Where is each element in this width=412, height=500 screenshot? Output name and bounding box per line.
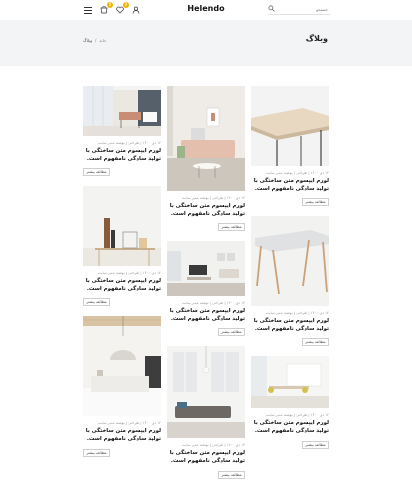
post-title[interactable]: لورم ایپسوم متن ساختگی با تولید سادگی نا… xyxy=(167,450,245,465)
search-icon[interactable] xyxy=(268,5,276,13)
read-more-button[interactable]: مطالعه بیشتر xyxy=(218,470,245,479)
post-meta: ۱۴ دی ۱۴۰۰ | طراحی | نوشته مدیر سایت xyxy=(98,141,161,145)
post-title[interactable]: لورم ایپسوم متن ساختگی با تولید سادگی نا… xyxy=(167,308,245,323)
blog-column-right: ۱۴ دی ۱۴۰۰ | طراحی | نوشته مدیر سایت لور… xyxy=(251,86,329,449)
blog-card: ۱۴ دی ۱۴۰۰ | طراحی | نوشته مدیر سایت لور… xyxy=(251,216,329,347)
blog-card: ۱۴ دی ۱۴۰۰ | طراحی | نوشته مدیر سایت لور… xyxy=(251,356,329,449)
post-title[interactable]: لورم ایپسوم متن ساختگی با تولید سادگی نا… xyxy=(251,178,329,193)
blog-image[interactable] xyxy=(251,356,329,409)
breadcrumb-current: وبلاگ xyxy=(83,38,93,43)
breadcrumb-separator: / xyxy=(95,38,97,43)
search-box xyxy=(268,4,330,15)
blog-card: ۱۴ دی ۱۴۰۰ | طراحی | نوشته مدیر سایت لور… xyxy=(167,86,245,232)
post-title[interactable]: لورم ایپسوم متن ساختگی با تولید سادگی نا… xyxy=(83,278,161,293)
page-banner: وبلاگ / خانه وبلاگ xyxy=(0,20,412,66)
read-more-button[interactable]: مطالعه بیشتر xyxy=(83,298,110,307)
read-more-button[interactable]: مطالعه بیشتر xyxy=(302,338,329,347)
post-meta: ۱۴ دی ۱۴۰۰ | طراحی | نوشته مدیر سایت xyxy=(266,311,329,316)
breadcrumb-home-link[interactable]: خانه xyxy=(99,38,106,43)
blog-image[interactable] xyxy=(83,186,161,267)
post-meta: ۱۴ دی ۱۴۰۰ | طراحی | نوشته مدیر سایت xyxy=(98,271,161,276)
post-title[interactable]: لورم ایپسوم متن ساختگی با تولید سادگی نا… xyxy=(83,428,161,443)
post-meta: ۱۴ دی ۱۴۰۰ | طراحی | نوشته مدیر سایت xyxy=(182,443,245,448)
blog-card: ۱۴ دی ۱۴۰۰ | طراحی | نوشته مدیر سایت لور… xyxy=(83,186,161,307)
site-logo[interactable]: Helendo xyxy=(0,4,412,13)
post-title[interactable]: لورم ایپسوم متن ساختگی با تولید سادگی نا… xyxy=(251,420,329,435)
blog-image[interactable] xyxy=(167,86,245,191)
blog-image[interactable] xyxy=(167,241,245,297)
post-meta: ۱۴ دی ۱۴۰۰ | طراحی | نوشته مدیر سایت xyxy=(182,196,245,200)
blog-column-middle: ۱۴ دی ۱۴۰۰ | طراحی | نوشته مدیر سایت لور… xyxy=(167,86,245,479)
post-title[interactable]: لورم ایپسوم متن ساختگی با تولید سادگی نا… xyxy=(251,318,329,333)
read-more-button[interactable]: مطالعه بیشتر xyxy=(83,448,110,457)
post-meta: ۱۴ دی ۱۴۰۰ | طراحی | نوشته مدیر سایت xyxy=(266,171,329,175)
blog-card: ۱۴ دی ۱۴۰۰ | طراحی | نوشته مدیر سایت لور… xyxy=(167,346,245,479)
read-more-button[interactable]: مطالعه بیشتر xyxy=(302,198,329,207)
post-title[interactable]: لورم ایپسوم متن ساختگی با تولید سادگی نا… xyxy=(83,148,161,163)
blog-column-left: ۱۴ دی ۱۴۰۰ | طراحی | نوشته مدیر سایت لور… xyxy=(83,86,161,457)
search-input[interactable] xyxy=(276,6,328,12)
blog-card: ۱۴ دی ۱۴۰۰ | طراحی | نوشته مدیر سایت لور… xyxy=(251,86,329,207)
post-meta: ۱۴ دی ۱۴۰۰ | طراحی | نوشته مدیر سایت xyxy=(98,421,161,426)
blog-card: ۱۴ دی ۱۴۰۰ | طراحی | نوشته مدیر سایت لور… xyxy=(167,241,245,337)
site-header: 0 0 Helendo xyxy=(0,0,412,20)
breadcrumb: وبلاگ / خانه xyxy=(83,38,106,43)
post-meta: ۱۴ دی ۱۴۰۰ | طراحی | نوشته مدیر سایت xyxy=(266,413,329,418)
read-more-button[interactable]: مطالعه بیشتر xyxy=(218,223,245,232)
read-more-button[interactable]: مطالعه بیشتر xyxy=(83,168,110,177)
read-more-button[interactable]: مطالعه بیشتر xyxy=(218,328,245,337)
post-meta: ۱۴ دی ۱۴۰۰ | طراحی | نوشته مدیر سایت xyxy=(182,301,245,306)
blog-image[interactable] xyxy=(251,86,329,166)
blog-image[interactable] xyxy=(83,86,161,136)
post-title[interactable]: لورم ایپسوم متن ساختگی با تولید سادگی نا… xyxy=(167,203,245,218)
page-title: وبلاگ xyxy=(305,34,328,43)
blog-image[interactable] xyxy=(83,316,161,417)
read-more-button[interactable]: مطالعه بیشتر xyxy=(302,440,329,449)
blog-card: ۱۴ دی ۱۴۰۰ | طراحی | نوشته مدیر سایت لور… xyxy=(83,86,161,177)
blog-image[interactable] xyxy=(251,216,329,307)
blog-image[interactable] xyxy=(167,346,245,439)
blog-card: ۱۴ دی ۱۴۰۰ | طراحی | نوشته مدیر سایت لور… xyxy=(83,316,161,457)
